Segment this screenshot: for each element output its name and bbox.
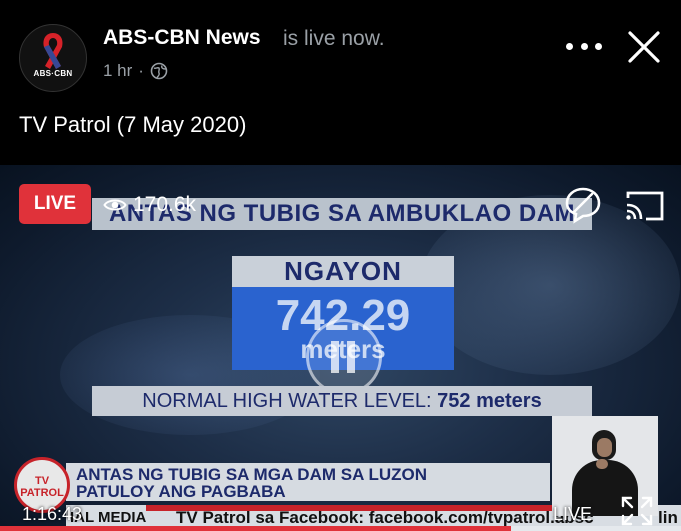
elapsed-time: 1:16:43 xyxy=(22,504,83,524)
captions-off-icon[interactable] xyxy=(564,186,602,224)
live-status-text: is live now. xyxy=(283,27,385,50)
viewer-count: 170.6k xyxy=(103,190,196,220)
post-time[interactable]: 1 hr xyxy=(103,61,132,81)
interpreter-hand xyxy=(596,459,608,469)
avatar-logo-text: ABS·CBN xyxy=(33,69,73,78)
dot-icon xyxy=(595,42,602,50)
pause-bar-icon xyxy=(331,341,339,373)
dot-icon xyxy=(566,42,573,50)
dot-icon xyxy=(580,42,588,50)
close-icon[interactable] xyxy=(625,28,663,66)
page-name-link[interactable]: ABS-CBN News xyxy=(103,26,261,50)
more-options-button[interactable] xyxy=(566,34,602,58)
high-water-value: 752 meters xyxy=(437,390,542,412)
page-avatar[interactable]: ABS·CBN xyxy=(19,24,87,92)
post-meta: 1 hr · xyxy=(103,61,168,81)
live-video-player[interactable]: ANTAS NG TUBIG SA AMBUKLAO DAM LIVE 170.… xyxy=(0,165,681,531)
fullscreen-icon[interactable] xyxy=(620,495,654,527)
logo-text: TV PATROL xyxy=(20,475,64,499)
high-water-banner: NORMAL HIGH WATER LEVEL: 752 meters xyxy=(92,386,592,416)
headline-line-2: PATULOY ANG PAGBABA xyxy=(76,482,286,501)
interpreter-face xyxy=(597,438,612,457)
progress-fill xyxy=(0,526,511,531)
video-title: TV Patrol (7 May 2020) xyxy=(19,112,247,137)
now-label: NGAYON xyxy=(232,256,454,287)
live-indicator[interactable]: LIVE xyxy=(553,504,592,525)
ticker-tail: lin xyxy=(658,508,678,527)
eye-icon xyxy=(103,199,127,211)
ticker-text: TV Patrol sa Facebook: facebook.com/tvpa… xyxy=(176,508,594,527)
pause-button[interactable] xyxy=(306,319,382,395)
high-water-label: NORMAL HIGH WATER LEVEL: xyxy=(142,390,432,412)
ribbon-icon xyxy=(43,33,63,69)
pause-bar-icon xyxy=(347,341,355,373)
viewer-count-value: 170.6k xyxy=(133,193,197,216)
headline-lower-third: ANTAS NG TUBIG SA MGA DAM SA LUZON PATUL… xyxy=(66,463,550,501)
meta-separator: · xyxy=(138,61,144,80)
playback-progress-bar[interactable] xyxy=(0,526,681,531)
live-badge: LIVE xyxy=(19,184,91,224)
globe-icon xyxy=(150,62,168,80)
post-header: ABS·CBN ABS-CBN News is live now. 1 hr ·… xyxy=(0,0,681,165)
cast-icon[interactable] xyxy=(622,188,666,224)
